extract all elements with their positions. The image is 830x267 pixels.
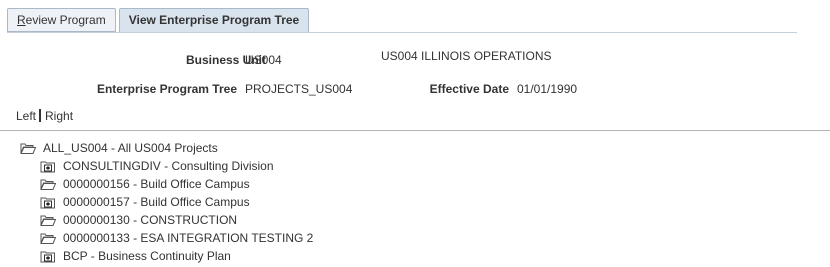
access-key-letter: R: [17, 13, 26, 27]
tree-node[interactable]: 0000000156 - Build Office Campus: [40, 175, 250, 193]
tab-view-enterprise-program-tree[interactable]: View Enterprise Program Tree: [118, 8, 310, 33]
tab-divider: [7, 32, 797, 33]
tree-root-label[interactable]: ALL_US004 - All US004 Projects: [43, 141, 218, 155]
tree-node[interactable]: 0000000157 - Build Office Campus: [40, 193, 250, 211]
expand-folder-icon[interactable]: [40, 250, 56, 263]
business-unit-description: US004 ILLINOIS OPERATIONS: [381, 49, 552, 63]
tree-node[interactable]: CONSULTINGDIV - Consulting Division: [40, 157, 274, 175]
tab-review-program[interactable]: Review Program: [7, 8, 116, 32]
open-folder-icon[interactable]: [40, 214, 57, 227]
tab-review-program-label: Review Program: [17, 13, 106, 27]
enterprise-program-tree-value: PROJECTS_US004: [245, 82, 353, 96]
tree-node[interactable]: BCP - Business Continuity Plan: [40, 247, 231, 265]
right-link[interactable]: Right: [45, 109, 73, 123]
open-folder-icon[interactable]: [40, 178, 57, 191]
open-folder-icon[interactable]: [20, 142, 37, 155]
tree-node-label[interactable]: 0000000133 - ESA INTEGRATION TESTING 2: [63, 231, 313, 245]
expand-folder-icon[interactable]: [40, 196, 56, 209]
tree-node[interactable]: 0000000133 - ESA INTEGRATION TESTING 2: [40, 229, 313, 247]
tree-node[interactable]: 0000000130 - CONSTRUCTION: [40, 211, 237, 229]
expand-folder-icon[interactable]: [40, 160, 56, 173]
effective-date-value: 01/01/1990: [517, 82, 578, 96]
tab-view-tree-label: View Enterprise Program Tree: [128, 13, 300, 27]
tree-node-label[interactable]: BCP - Business Continuity Plan: [63, 249, 231, 263]
enterprise-program-tree-label: Enterprise Program Tree: [96, 82, 237, 96]
tree-root-node[interactable]: ALL_US004 - All US004 Projects: [20, 139, 218, 157]
section-divider: [0, 130, 830, 131]
open-folder-icon[interactable]: [40, 232, 57, 245]
tree-node-label[interactable]: 0000000157 - Build Office Campus: [63, 195, 250, 209]
tree-node-label[interactable]: CONSULTINGDIV - Consulting Division: [63, 159, 274, 173]
business-unit-value: US004: [245, 53, 282, 67]
effective-date-label: Effective Date: [429, 82, 509, 96]
tab-bar: Review Program View Enterprise Program T…: [7, 8, 312, 33]
nav-separator: [39, 109, 42, 122]
tree-navigation: Left Right: [16, 109, 73, 123]
left-link[interactable]: Left: [16, 109, 36, 123]
tree-node-label[interactable]: 0000000130 - CONSTRUCTION: [63, 213, 237, 227]
tree-node-label[interactable]: 0000000156 - Build Office Campus: [63, 177, 250, 191]
